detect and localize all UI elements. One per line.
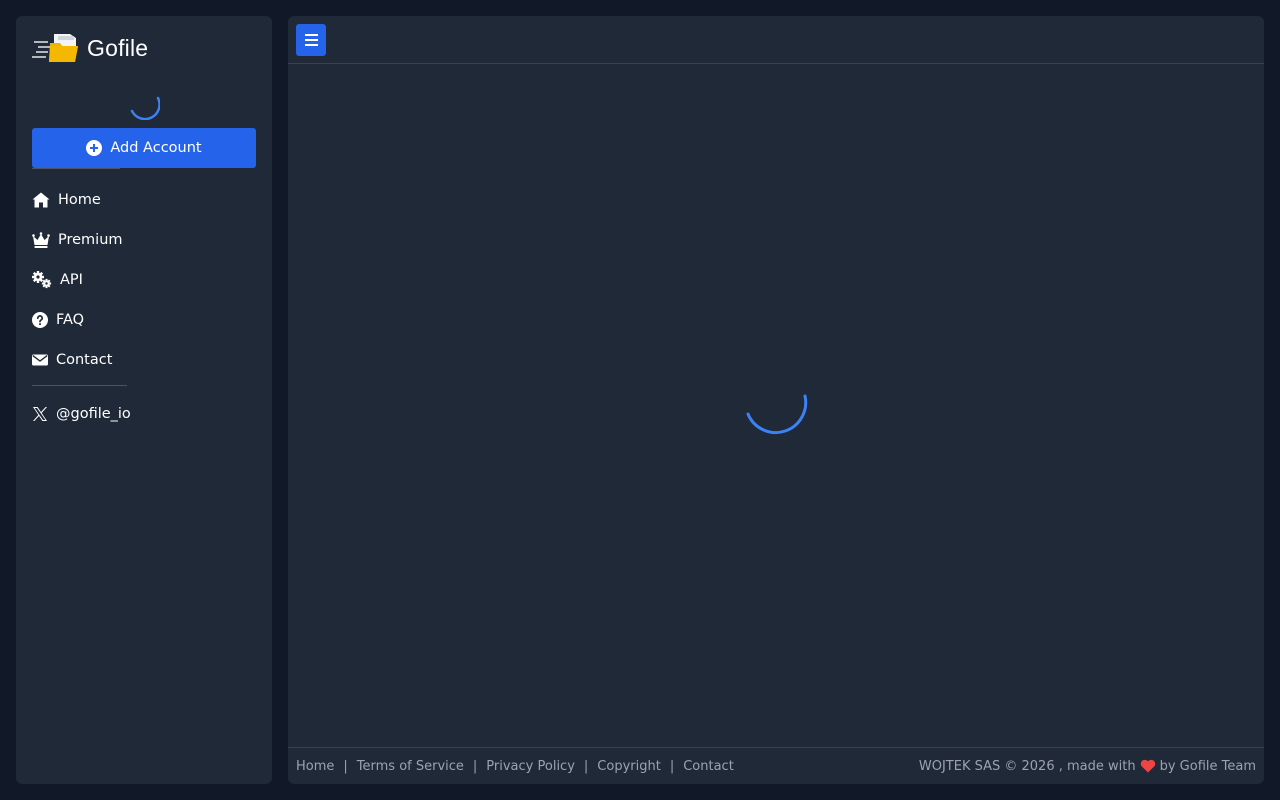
sidebar-item-label: API xyxy=(60,272,83,288)
sidebar-item-label: Premium xyxy=(58,232,123,248)
credit-team-link[interactable]: by Gofile Team xyxy=(1160,759,1256,774)
heart-icon xyxy=(1140,759,1155,773)
sidebar-nav: Home Premium API FAQ Contact xyxy=(32,180,256,380)
divider xyxy=(32,168,120,169)
add-account-button[interactable]: Add Account xyxy=(32,128,256,168)
sidebar-item-contact[interactable]: Contact xyxy=(32,340,256,380)
sidebar-item-premium[interactable]: Premium xyxy=(32,220,256,260)
hamburger-line xyxy=(304,44,318,46)
envelope-icon xyxy=(32,354,48,366)
footer-separator: | xyxy=(669,758,675,774)
main-panel: Home | Terms of Service | Privacy Policy… xyxy=(288,16,1264,784)
sidebar-item-faq[interactable]: FAQ xyxy=(32,300,256,340)
footer-separator: | xyxy=(343,758,348,774)
hamburger-line xyxy=(304,39,318,41)
sidebar-item-api[interactable]: API xyxy=(32,260,256,300)
footer: Home | Terms of Service | Privacy Policy… xyxy=(288,747,1264,784)
divider xyxy=(32,385,127,386)
plus-circle-icon xyxy=(86,140,103,156)
footer-links: Home | Terms of Service | Privacy Policy… xyxy=(296,759,734,774)
gears-icon xyxy=(32,271,52,289)
footer-separator: | xyxy=(472,758,478,774)
footer-link-terms[interactable]: Terms of Service xyxy=(357,759,464,774)
sidebar-item-label: FAQ xyxy=(56,312,85,328)
social-label: @gofile_io xyxy=(56,406,131,422)
question-circle-icon xyxy=(32,312,48,328)
logo-text: Gofile xyxy=(87,34,149,61)
folder-speed-icon xyxy=(32,34,78,62)
twitter-link[interactable]: @gofile_io xyxy=(32,394,131,434)
credit-prefix: WOJTEK SAS © 2026 , made with xyxy=(918,758,1136,774)
sidebar-item-label: Home xyxy=(58,192,101,208)
sidebar-item-home[interactable]: Home xyxy=(32,180,256,220)
logo-link[interactable]: Gofile xyxy=(32,28,148,68)
footer-link-home[interactable]: Home xyxy=(296,759,334,774)
footer-link-privacy[interactable]: Privacy Policy xyxy=(486,759,575,774)
footer-separator: | xyxy=(583,758,589,774)
top-bar xyxy=(288,16,1264,64)
footer-link-copyright[interactable]: Copyright xyxy=(597,759,661,774)
footer-link-contact[interactable]: Contact xyxy=(683,759,734,774)
menu-toggle-button[interactable] xyxy=(296,24,326,56)
loading-spinner xyxy=(746,394,808,435)
hamburger-icon xyxy=(304,34,318,36)
add-account-label: Add Account xyxy=(110,140,202,156)
sidebar: Gofile Add Account Home Premium API FAQ … xyxy=(16,16,272,784)
x-logo-icon xyxy=(33,407,47,421)
footer-credit: WOJTEK SAS © 2026 , made with by Gofile … xyxy=(919,759,1256,774)
home-icon xyxy=(32,192,50,208)
loading-spinner xyxy=(130,96,160,120)
crown-icon xyxy=(32,232,50,248)
sidebar-item-label: Contact xyxy=(56,352,113,368)
